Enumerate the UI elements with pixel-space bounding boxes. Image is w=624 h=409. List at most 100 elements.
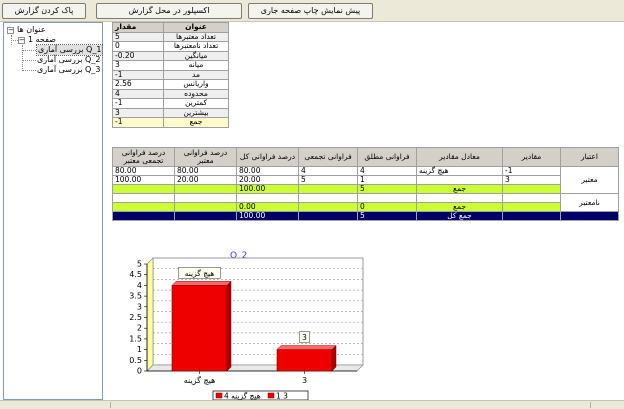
tree-item-q3[interactable]: بررسی آماری Q_3 — [37, 65, 100, 75]
sum-label: جمع — [416, 184, 503, 194]
stat-value: 2.56 — [112, 79, 164, 90]
validity-valid-label: معتبر — [560, 166, 619, 194]
toolbar: پاک کردن گزارش اکسپلور در محل گزارش پیش … — [0, 0, 624, 22]
table-row: 3 بیشترین — [112, 107, 229, 118]
chart-side-wall — [146, 257, 154, 372]
tree-page-label[interactable]: صفحه 1 — [28, 35, 56, 45]
table-row: 0.00 0 جمع — [112, 202, 619, 212]
cell: 0 — [357, 202, 417, 212]
frequency-table: درصد فراوانی تجمعی معتبر درصد فراوانی مع… — [112, 147, 619, 221]
chart-title: Q_2 — [230, 251, 248, 261]
stat-label: تعداد معتبرها — [163, 31, 229, 42]
cell — [560, 211, 619, 221]
y-tick-label: 0 — [137, 367, 142, 376]
cell: 20.00 — [174, 175, 237, 185]
y-tick-label: 1 — [137, 345, 142, 354]
legend-swatch — [267, 392, 275, 399]
col-header: اعتبار — [560, 147, 619, 167]
status-divider — [590, 402, 591, 408]
cell: 4 — [357, 166, 417, 176]
stat-value: 3 — [112, 60, 164, 71]
cell: 5 — [357, 211, 417, 221]
status-divider — [110, 402, 111, 408]
status-bar — [0, 400, 624, 409]
cell: 4 — [298, 166, 358, 176]
table-row: 3 میانه — [112, 60, 229, 71]
tree-connector — [22, 45, 23, 71]
stat-label: کمترین — [163, 98, 229, 109]
bar-top — [171, 281, 232, 286]
cell — [298, 193, 358, 203]
legend-swatch — [215, 392, 223, 399]
stat-label: میانه — [163, 60, 229, 71]
cell: 5 — [298, 175, 358, 185]
cell — [298, 211, 358, 221]
bar — [171, 285, 228, 372]
statistics-table: مقدار عنوان 5 تعداد معتبرها 0 تعداد نامع… — [112, 22, 229, 128]
bar — [276, 349, 333, 372]
table-row: نامعتبر — [112, 193, 619, 212]
table-row: 100.00 20.00 20.00 5 1 3 — [112, 175, 619, 185]
y-tick-label: 2 — [137, 324, 142, 333]
stat-value: -1 — [112, 117, 164, 128]
y-tick-label: 4 — [137, 281, 142, 290]
cell: 3 — [502, 175, 561, 185]
x-tick-label: 3 — [302, 376, 307, 385]
col-header: فراوانی تجمعی — [298, 147, 358, 167]
collapse-page-icon[interactable]: − — [18, 37, 25, 44]
cell: -1 — [502, 166, 561, 176]
stat-label: بیشترین — [163, 107, 229, 118]
tree-root-label[interactable]: عنوان ها — [17, 25, 46, 35]
cell — [112, 193, 175, 203]
col-header: مقادیر — [502, 147, 561, 167]
x-tick-label: هیچ گزینه — [184, 375, 216, 385]
chart-back-wall — [152, 257, 364, 366]
print-preview-button[interactable]: پیش نمایش چاپ صفحه جاری — [248, 3, 373, 19]
cell: هیچ گزینه — [416, 166, 503, 176]
table-row: 5 تعداد معتبرها — [112, 31, 229, 42]
bar-side — [226, 280, 232, 372]
collapse-root-icon[interactable]: − — [7, 27, 14, 34]
stat-value: 4 — [112, 88, 164, 99]
tree-connector — [22, 50, 36, 51]
stat-label: واریانس — [163, 79, 229, 90]
cell — [174, 193, 237, 203]
cell — [502, 211, 561, 221]
stat-value: 5 — [112, 31, 164, 42]
tree-connector — [11, 40, 18, 41]
col-header: درصد فراوانی کل — [236, 147, 299, 167]
stat-value: 0 — [112, 41, 164, 52]
cell: 100.00 — [236, 184, 299, 194]
cell — [112, 202, 175, 212]
tree-item-q1[interactable]: بررسی آماری Q_1 — [35, 44, 104, 56]
cell — [298, 202, 358, 212]
chart-floor — [146, 364, 364, 372]
cell: 5 — [357, 184, 417, 194]
table-row: 0 تعداد نامعتبرها — [112, 41, 229, 52]
bar-side — [331, 344, 337, 372]
table-row: 100.00 5 جمع کل — [112, 211, 619, 221]
export-excel-button[interactable]: اکسپلور در محل گزارش — [96, 3, 242, 19]
tree-item-q2[interactable]: بررسی آماری Q_2 — [37, 55, 100, 65]
cell — [502, 184, 561, 194]
data-label: هیچ گزینه — [185, 269, 215, 278]
stat-value: -1 — [112, 98, 164, 109]
y-tick-label: 5 — [137, 260, 142, 269]
table-header-row: درصد فراوانی تجمعی معتبر درصد فراوانی مع… — [112, 147, 619, 167]
data-label-box — [178, 267, 221, 279]
tree-connector — [22, 70, 36, 71]
table-row: -0.20 میانگین — [112, 50, 229, 61]
table-row: -1 جمع — [112, 117, 229, 128]
table-row: -1 کمترین — [112, 98, 229, 109]
col-header: درصد فراوانی معتبر — [174, 147, 237, 167]
cell: 100.00 — [236, 211, 299, 221]
col-header: فراوانی مطلق — [357, 147, 417, 167]
report-tree[interactable]: − عنوان ها − صفحه 1 بررسی آماری Q_1 بررس… — [3, 22, 104, 400]
cell — [174, 211, 237, 221]
clear-report-button[interactable]: پاک کردن گزارش — [2, 3, 86, 19]
table-row: 4 محدوده — [112, 88, 229, 99]
cell — [502, 193, 561, 203]
stat-value: -1 — [112, 69, 164, 80]
stat-value: -0.20 — [112, 50, 164, 61]
data-label-box — [299, 331, 310, 343]
